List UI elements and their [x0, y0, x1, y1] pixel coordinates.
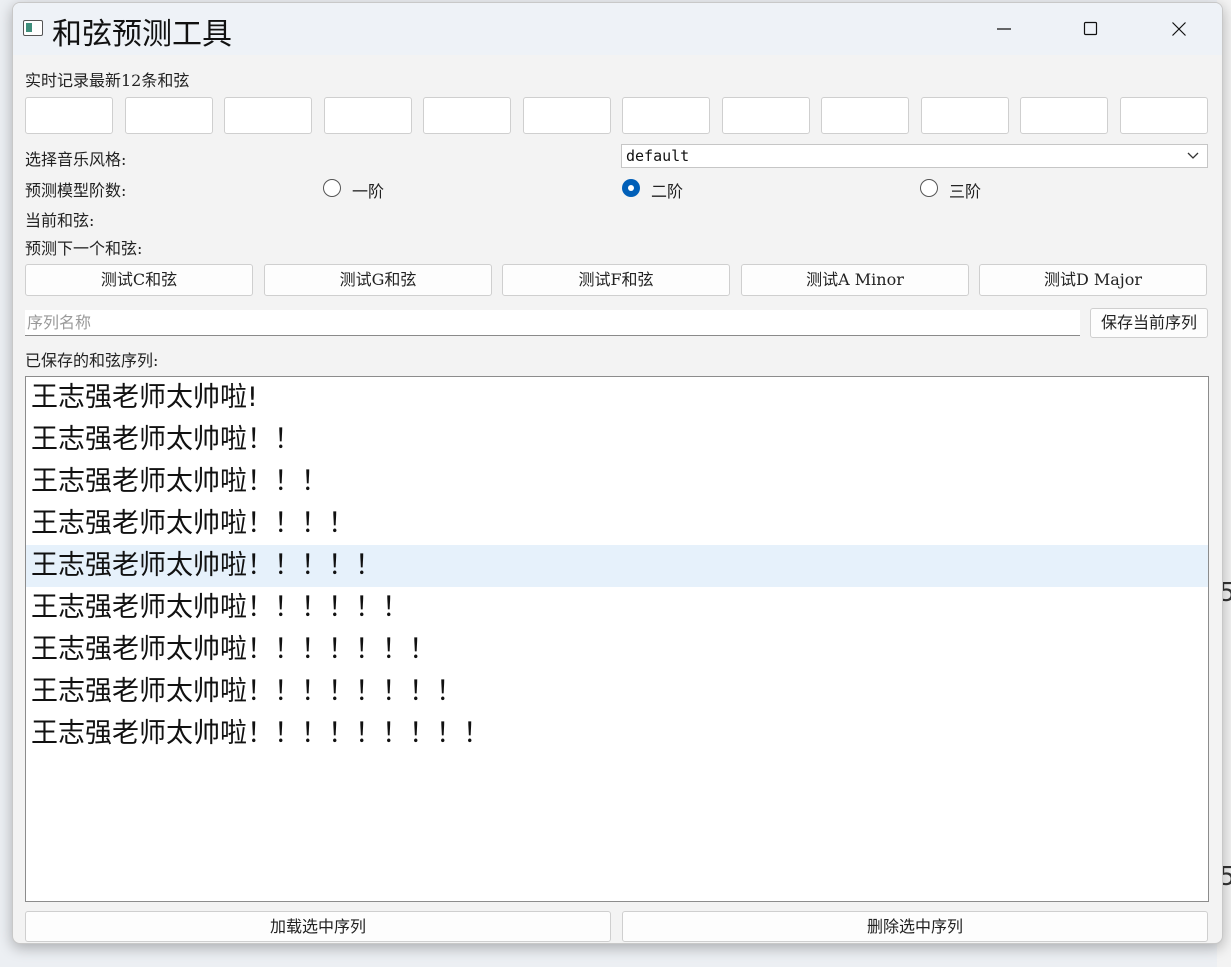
chord-history-slot [224, 97, 312, 134]
saved-sequence-item[interactable]: 王志强老师太帅啦！！！！！！ [26, 587, 1208, 629]
saved-sequence-item[interactable]: 王志强老师太帅啦！！！！！！！ [26, 629, 1208, 671]
maximize-button[interactable] [1061, 3, 1121, 55]
saved-sequence-item[interactable]: 王志强老师太帅啦! [26, 377, 1208, 419]
test-f-chord-button[interactable]: 测试F和弦 [502, 264, 730, 296]
chevron-down-icon [1187, 152, 1199, 159]
chord-history-slot [721, 97, 810, 134]
style-select-value: default [626, 147, 690, 165]
order-label: 预测模型阶数: [25, 181, 127, 200]
radio-circle [920, 179, 938, 197]
chord-history-slot [1020, 97, 1108, 134]
delete-sequence-button[interactable]: 删除选中序列 [622, 911, 1208, 942]
saved-sequence-item[interactable]: 王志强老师太帅啦！！！！！！！！！ [26, 713, 1208, 755]
chord-history-slot [423, 97, 511, 134]
chord-history-slot [25, 97, 113, 134]
chord-history-slot [323, 97, 412, 134]
style-label: 选择音乐风格: [25, 150, 127, 169]
window-title: 和弦预测工具 [52, 17, 232, 52]
close-icon [1172, 22, 1186, 36]
test-c-chord-button[interactable]: 测试C和弦 [25, 264, 253, 296]
save-sequence-button[interactable]: 保存当前序列 [1090, 308, 1208, 338]
radio-circle [323, 179, 341, 197]
style-select[interactable]: default [621, 144, 1208, 168]
test-g-chord-button[interactable]: 测试G和弦 [264, 264, 492, 296]
title-bar[interactable]: 和弦预测工具 [13, 3, 1222, 55]
saved-sequence-item[interactable]: 王志强老师太帅啦！！！！ [26, 503, 1208, 545]
close-button[interactable] [1149, 3, 1209, 55]
saved-sequences-label: 已保存的和弦序列: [25, 351, 159, 370]
current-chord-label: 当前和弦: [25, 211, 95, 230]
next-chord-label: 预测下一个和弦: [25, 239, 143, 258]
radio-label: 三阶 [949, 182, 982, 201]
saved-sequence-item[interactable]: 王志强老师太帅啦！！ [26, 419, 1208, 461]
sequence-name-input[interactable] [25, 310, 1080, 336]
saved-sequences-list[interactable]: 王志强老师太帅啦! 王志强老师太帅啦！！ 王志强老师太帅啦！！！ 王志强老师太帅啦！！… [25, 376, 1209, 902]
radio-circle-checked [622, 179, 640, 197]
saved-sequence-item[interactable]: 王志强老师太帅啦！！！！！ [26, 545, 1208, 587]
chord-history-slot [124, 97, 213, 134]
chord-history-slot [821, 97, 909, 134]
test-d-major-button[interactable]: 测试D Major [979, 264, 1207, 296]
load-sequence-button[interactable]: 加载选中序列 [25, 911, 611, 942]
maximize-icon [1083, 21, 1098, 36]
chord-history-slot [622, 97, 710, 134]
saved-sequence-item[interactable]: 王志强老师太帅啦！！！！！！！！ [26, 671, 1208, 713]
saved-sequence-item[interactable]: 王志强老师太帅啦！！！ [26, 461, 1208, 503]
app-window: 和弦预测工具 实时记录最新12条和弦 选择音乐风格: default 预测模型阶… [12, 2, 1223, 944]
chord-history-slot [522, 97, 611, 134]
history-label: 实时记录最新12条和弦 [25, 71, 190, 90]
chord-history-slot [920, 97, 1009, 134]
radio-label: 二阶 [651, 182, 684, 201]
radio-label: 一阶 [352, 182, 385, 201]
test-a-minor-button[interactable]: 测试A Minor [741, 264, 969, 296]
chord-history-slot [1119, 97, 1208, 134]
minimize-button[interactable] [974, 3, 1034, 55]
minimize-icon [997, 28, 1011, 30]
app-icon [23, 20, 43, 36]
